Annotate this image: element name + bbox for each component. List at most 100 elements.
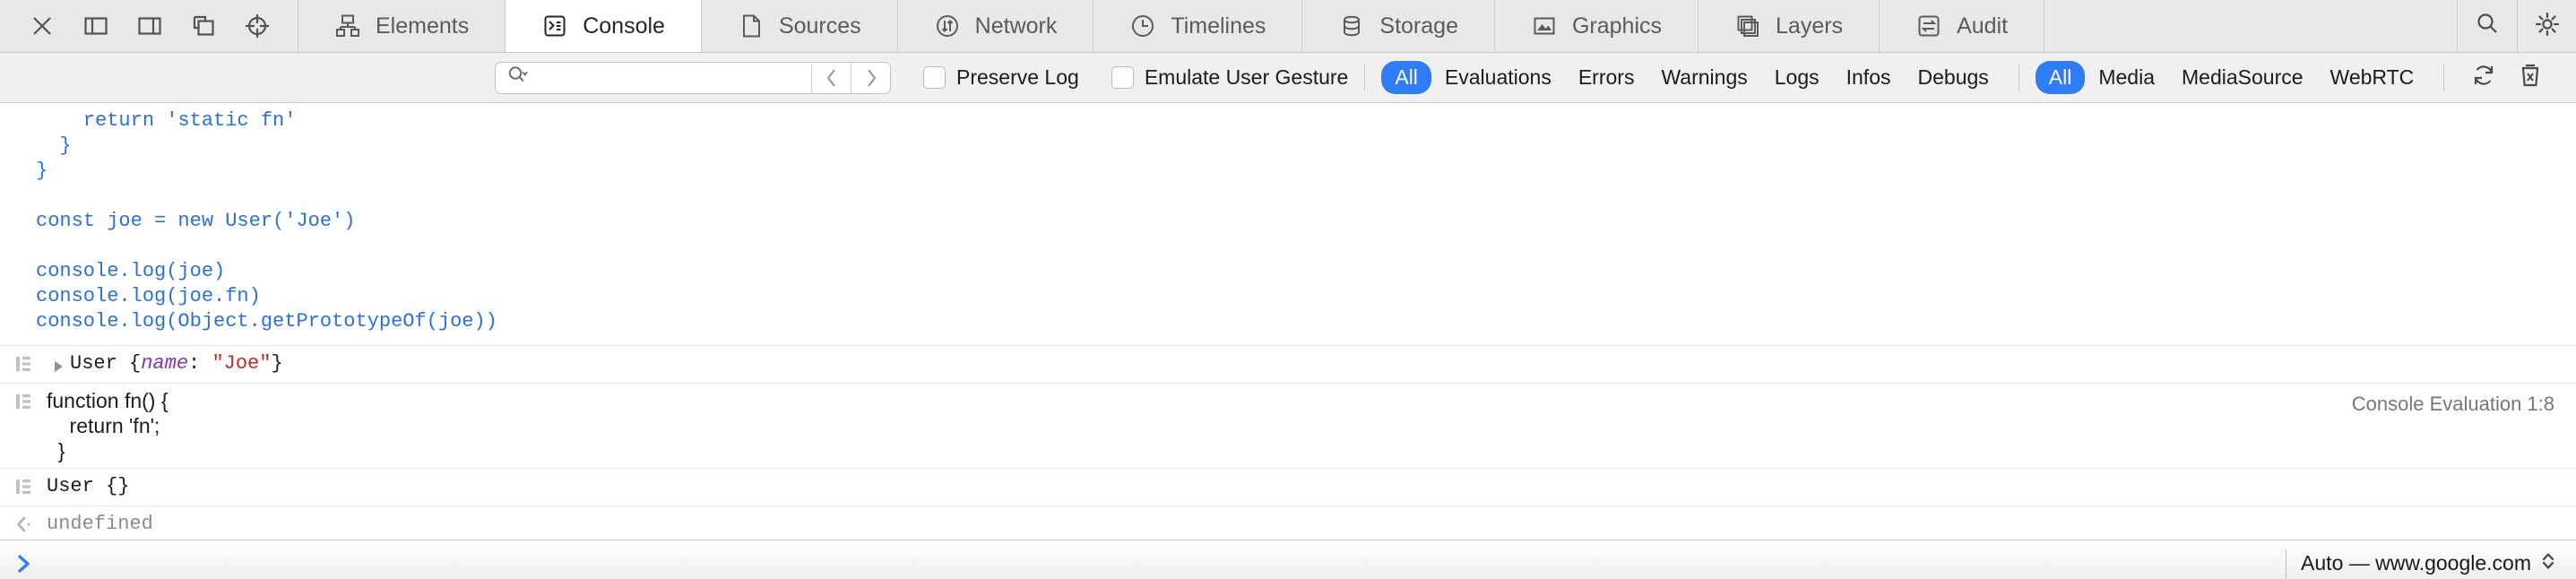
console-result-row[interactable]: undefined [0,506,2576,543]
console-filter-bar: Preserve Log Emulate User Gesture All Ev… [0,53,2576,103]
tab-label: Graphics [1571,13,1663,39]
tab-label: Timelines [1171,13,1266,39]
return-arrow-icon [13,514,33,539]
object-colon: : [188,352,212,375]
checkbox-label: Preserve Log [956,65,1079,89]
filter-debugs[interactable]: Debugs [1905,61,2002,94]
inspector-settings-button[interactable] [2517,0,2576,53]
tab-sources[interactable]: Sources [701,0,898,52]
checkbox-label: Emulate User Gesture [1144,65,1349,89]
filter-evaluations[interactable]: Evaluations [1431,61,1565,94]
tab-timelines[interactable]: Timelines [1094,0,1303,52]
filter-separator-1 [1364,64,1366,91]
tab-label: Layers [1776,13,1844,39]
tab-graphics[interactable]: Graphics [1494,0,1699,52]
evaluated-code-block: return 'static fn' } } const joe = new U… [36,109,497,333]
execution-context-picker[interactable]: Auto — www.google.com [2301,549,2576,579]
execution-context-label: Auto — www.google.com [2301,551,2531,575]
gear-icon [2533,10,2562,43]
message-gutter [0,473,47,501]
filter-warnings[interactable]: Warnings [1647,61,1760,94]
panel-tabs: Elements Console Sources Network Timelin [298,0,2045,52]
message-content: function fn() { return 'fn'; } [47,389,169,462]
message-gutter [0,511,47,539]
preserve-log-checkbox[interactable]: Preserve Log [923,65,1079,90]
tab-elements[interactable]: Elements [298,0,506,52]
image-picture-icon [1531,13,1558,39]
console-message-area[interactable]: return 'static fn' } } const joe = new U… [0,103,2576,579]
message-source-link[interactable]: Console Evaluation 1:8 [2352,393,2554,416]
window-controls [0,0,298,52]
tab-label: Network [974,13,1058,39]
message-content: User {} [47,475,130,497]
search-icon [2473,10,2502,43]
filter-webrtc[interactable]: WebRTC [2317,61,2428,94]
undock-window-button[interactable] [188,11,219,41]
filter-all-levels[interactable]: All [1381,61,1431,94]
reload-preserve-button[interactable] [2460,60,2507,96]
network-arrows-icon [934,13,961,39]
console-message-row[interactable]: User {} [0,468,2576,506]
filter-media[interactable]: Media [2085,61,2168,94]
tab-label: Audit [1957,13,2009,39]
checkbox-box[interactable] [923,66,946,89]
search-next-button[interactable] [851,62,890,93]
document-page-icon [738,13,765,39]
tab-label: Elements [376,13,470,39]
console-search-group [495,61,891,94]
console-message-row[interactable]: User {name: "Joe"} [0,345,2576,383]
source-list-icon [13,354,33,378]
elements-tree-icon [334,13,361,39]
tab-console[interactable]: Console [506,0,702,52]
filter-errors[interactable]: Errors [1565,61,1648,94]
filter-separator-3 [2443,64,2445,91]
object-property-value: "Joe" [212,352,272,375]
console-message-row[interactable]: function fn() { return 'fn'; } Console E… [0,383,2576,468]
tab-label: Console [583,13,665,39]
message-gutter [0,388,47,416]
source-list-icon [13,392,33,416]
filter-mediasource[interactable]: MediaSource [2168,61,2317,94]
dock-right-button[interactable] [134,11,165,41]
clock-icon [1129,13,1156,39]
close-inspector-button[interactable] [27,11,57,41]
search-inspector-button[interactable] [2458,0,2517,53]
tab-bar-tools [2458,0,2576,53]
level-filter-scope-bar: All Evaluations Errors Warnings Logs Inf… [1381,61,2001,94]
expand-object-triangle[interactable] [47,350,70,375]
tab-storage[interactable]: Storage [1302,0,1495,52]
object-brace-open: { [129,352,142,375]
source-list-icon [13,477,33,501]
tab-audit[interactable]: Audit [1880,0,2045,52]
tab-bar-spacer [2044,0,2458,52]
result-content: undefined [47,513,153,535]
filter-all-sources[interactable]: All [2035,61,2086,94]
object-class-name: User [70,352,130,375]
console-prompt-bar: Auto — www.google.com [0,540,2576,579]
message-content: User {name: "Joe"} [70,350,283,377]
filter-separator-2 [2018,64,2019,91]
console-prompt-input[interactable] [43,552,2286,575]
tab-label: Storage [1379,13,1458,39]
dock-left-button[interactable] [81,11,111,41]
filter-logs[interactable]: Logs [1761,61,1833,94]
inspect-element-button[interactable] [242,11,272,41]
message-gutter [0,350,47,378]
filter-bar-left-pad [0,53,495,102]
clear-console-button[interactable] [2507,60,2554,96]
tab-network[interactable]: Network [897,0,1094,52]
database-icon [1338,13,1365,39]
inspector-tab-bar: Elements Console Sources Network Timelin [0,0,2576,53]
checkbox-box[interactable] [1111,66,1134,89]
object-brace-close: } [271,352,283,375]
emulate-user-gesture-checkbox[interactable]: Emulate User Gesture [1111,65,1349,90]
tab-label: Sources [778,13,861,39]
up-down-chevron-icon [2540,549,2556,579]
filter-infos[interactable]: Infos [1833,61,1905,94]
search-prev-button[interactable] [811,62,851,93]
console-search-field[interactable] [496,63,811,93]
tab-layers[interactable]: Layers [1699,0,1880,52]
search-input[interactable] [532,67,802,88]
object-property-key: name [141,352,189,375]
audit-swap-icon [1915,13,1942,39]
